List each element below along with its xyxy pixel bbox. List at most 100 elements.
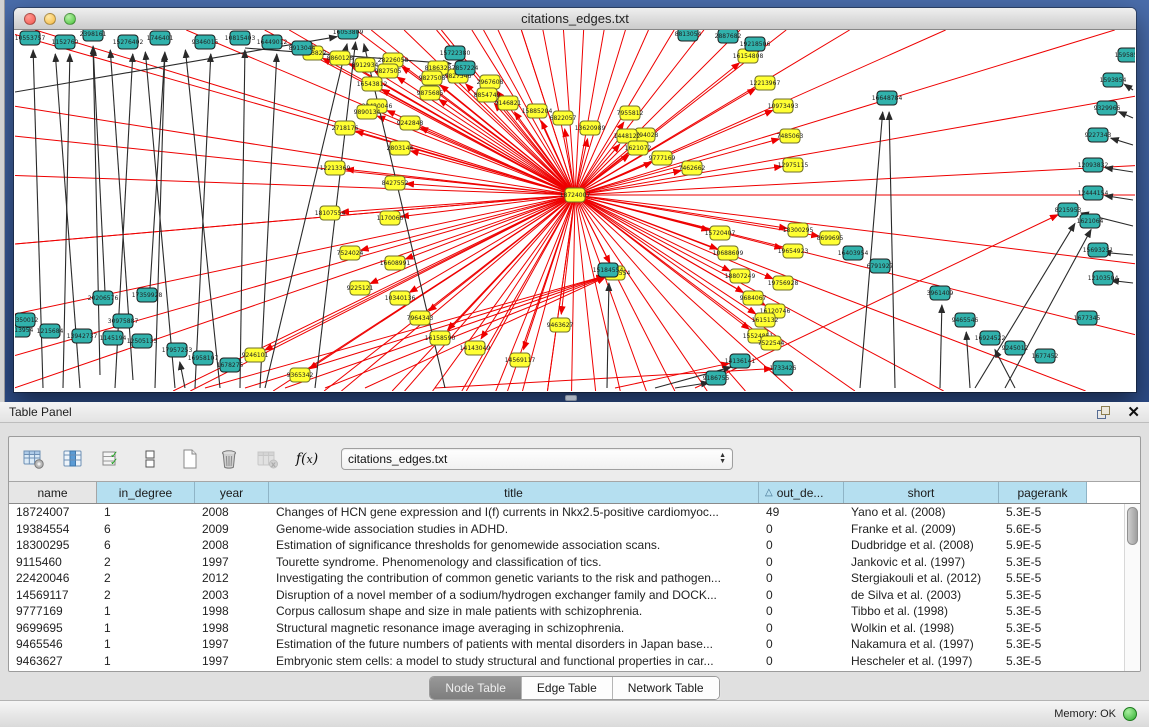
window-titlebar[interactable]: citations_edges.txt <box>14 8 1136 30</box>
table-selector-dropdown[interactable]: citations_edges.txt ▲▼ <box>341 448 733 470</box>
table-panel-title: Table Panel <box>9 405 72 419</box>
memory-ok-indicator-icon[interactable] <box>1123 707 1137 721</box>
black-citation-edge[interactable] <box>93 46 100 375</box>
node-label: 19218506 <box>740 41 771 48</box>
black-citation-edge[interactable] <box>889 112 895 388</box>
black-citation-edge[interactable] <box>1111 138 1133 145</box>
function-builder-icon[interactable]: f(x) <box>296 448 318 470</box>
table-row[interactable]: 969969511998Structural magnetic resonanc… <box>9 620 1124 637</box>
tab-network-table[interactable]: Network Table <box>613 677 719 699</box>
table-row[interactable]: 2242004622012Investigating the contribut… <box>9 570 1124 587</box>
cell-pagerank: 5.3E-5 <box>999 555 1087 569</box>
memory-status-label: Memory: OK <box>1054 708 1116 720</box>
black-citation-edge[interactable] <box>966 332 970 388</box>
select-rows-icon[interactable]: ✓✓ <box>101 448 123 470</box>
table-row[interactable]: 946362711997Embryonic stem cells: a mode… <box>9 653 1124 670</box>
red-citation-edge[interactable] <box>374 71 575 195</box>
create-table-icon[interactable] <box>179 448 201 470</box>
table-row[interactable]: 946554611997Estimation of the future num… <box>9 636 1124 653</box>
black-citation-edge[interactable] <box>240 50 245 388</box>
red-citation-edge[interactable] <box>575 195 1135 335</box>
black-citation-edge[interactable] <box>1119 112 1133 118</box>
table-row[interactable]: 911546021997Tourette syndrome. Phenomeno… <box>9 554 1124 571</box>
cell-name: 9777169 <box>9 604 97 618</box>
panel-splitter-handle[interactable] <box>565 395 577 401</box>
node-label: 1595854 <box>1115 52 1135 59</box>
red-citation-edge[interactable] <box>429 195 575 311</box>
node-label: 12093832 <box>1078 162 1109 169</box>
table-row[interactable]: 1938455462009Genome-wide association stu… <box>9 521 1124 538</box>
red-citation-edge[interactable] <box>341 195 575 391</box>
tab-edge-table[interactable]: Edge Table <box>522 677 613 699</box>
network-view-window[interactable]: citations_edges.txt 79638228860128891293… <box>14 8 1136 392</box>
delete-table-icon: x <box>257 448 279 470</box>
column-header-title[interactable]: title <box>269 482 759 503</box>
red-citation-edge[interactable] <box>575 195 718 249</box>
red-citation-edge[interactable] <box>405 195 575 259</box>
black-citation-edge[interactable] <box>110 50 133 380</box>
red-citation-edge[interactable] <box>575 144 620 195</box>
node-label: 7462662 <box>679 165 706 172</box>
node-label: 8854749 <box>474 92 501 99</box>
cell-out_degree: 0 <box>759 621 844 635</box>
node-label: 2967608 <box>477 79 504 86</box>
show-columns-icon[interactable] <box>62 448 84 470</box>
delete-entries-icon[interactable] <box>218 448 240 470</box>
cell-in_degree: 1 <box>97 637 195 651</box>
red-citation-edge[interactable] <box>575 139 779 195</box>
cell-year: 1997 <box>195 654 269 668</box>
close-panel-icon[interactable]: ✕ <box>1127 406 1140 419</box>
red-citation-edge[interactable] <box>575 30 1115 195</box>
scrollbar-thumb[interactable] <box>1127 507 1138 545</box>
tab-node-table[interactable]: Node Table <box>430 677 522 699</box>
cell-out_degree: 0 <box>759 538 844 552</box>
node-label: 7524024 <box>337 250 364 257</box>
node-label: 10815403 <box>225 35 256 42</box>
node-label: 10688609 <box>713 250 744 257</box>
node-label: 9890134 <box>354 109 381 116</box>
citation-network-graph[interactable]: 7963822886012889129342822605898275051654… <box>15 30 1135 391</box>
table-row[interactable]: 1872400712008Changes of HCN gene express… <box>9 504 1124 521</box>
cell-out_degree: 0 <box>759 604 844 618</box>
column-header-pagerank[interactable]: pagerank <box>999 482 1087 503</box>
cell-short: Jankovic et al. (1997) <box>844 555 999 569</box>
svg-text:x: x <box>271 460 277 469</box>
black-citation-edge[interactable] <box>1105 168 1133 172</box>
vertical-scrollbar[interactable] <box>1124 504 1140 671</box>
node-label: 16449012 <box>257 39 288 46</box>
black-citation-edge[interactable] <box>185 50 220 388</box>
node-label: 8215953 <box>1055 207 1082 214</box>
collapsed-left-panel-edge[interactable] <box>0 0 5 402</box>
black-citation-edge[interactable] <box>180 362 185 388</box>
zoom-window-icon[interactable] <box>64 13 76 25</box>
red-citation-edge[interactable] <box>481 195 575 339</box>
node-label: 19654923 <box>778 248 809 255</box>
cell-short: de Silva et al. (2003) <box>844 588 999 602</box>
cell-short: Yano et al. (2008) <box>844 505 999 519</box>
column-header-out_degree[interactable]: △out_de... <box>759 482 844 503</box>
column-header-short[interactable]: short <box>844 482 999 503</box>
black-citation-edge[interactable] <box>1105 196 1133 200</box>
node-label: 15184554 <box>593 267 624 274</box>
close-window-icon[interactable] <box>24 13 36 25</box>
node-label: 13942737 <box>67 333 98 340</box>
black-citation-edge[interactable] <box>1124 84 1133 90</box>
cytoscape-desktop: citations_edges.txt 79638228860128891293… <box>0 0 1149 402</box>
table-row[interactable]: 1830029562008Estimation of significance … <box>9 537 1124 554</box>
black-citation-edge[interactable] <box>940 305 942 388</box>
black-citation-edge[interactable] <box>975 223 1075 388</box>
column-header-in_degree[interactable]: in_degree <box>97 482 195 503</box>
table-row[interactable]: 977716911998Corpus callosum shape and si… <box>9 603 1124 620</box>
minimize-window-icon[interactable] <box>44 13 56 25</box>
table-mode-icon[interactable] <box>23 448 45 470</box>
node-label: 16608991 <box>380 260 411 267</box>
column-header-year[interactable]: year <box>195 482 269 503</box>
table-row[interactable]: 1456911722003Disruption of a novel membe… <box>9 587 1124 604</box>
row-height-icon[interactable] <box>140 448 162 470</box>
column-header-name[interactable]: name <box>9 482 97 503</box>
node-label: 15276402 <box>113 39 144 46</box>
node-label: 16924522 <box>975 335 1006 342</box>
network-canvas[interactable]: 7963822886012889129342822605898275051654… <box>15 30 1135 391</box>
float-panel-icon[interactable] <box>1097 406 1111 419</box>
black-citation-edge[interactable] <box>93 48 105 292</box>
